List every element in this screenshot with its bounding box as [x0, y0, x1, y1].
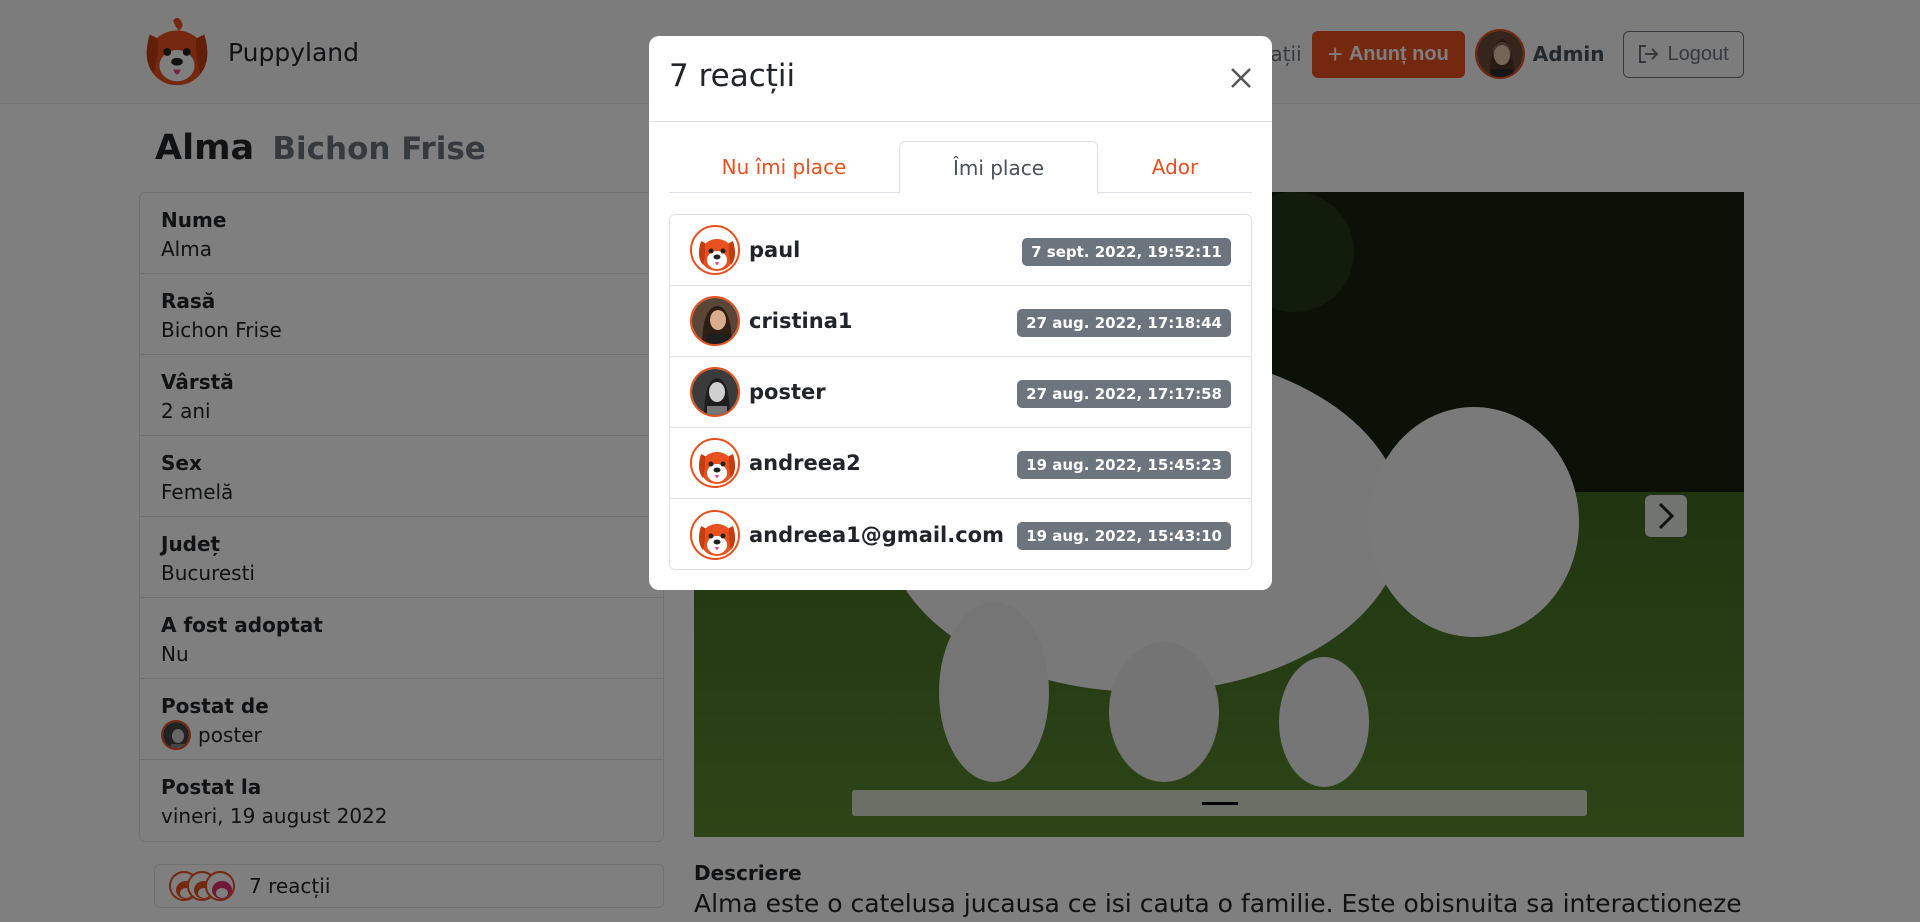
close-icon — [1231, 68, 1251, 88]
avatar — [690, 225, 740, 275]
date-badge: 27 aug. 2022, 17:17:58 — [1017, 380, 1231, 408]
reactions-modal: 7 reacții Nu îmi place Îmi place Ador pa… — [649, 36, 1272, 590]
puppy-logo-icon — [698, 523, 736, 556]
date-badge: 19 aug. 2022, 15:43:10 — [1017, 522, 1231, 550]
user-name[interactable]: andreea1@gmail.com — [749, 523, 1004, 547]
user-photo-icon — [692, 298, 738, 344]
puppy-logo-icon — [698, 452, 736, 484]
list-item[interactable]: paul 7 sept. 2022, 19:52:11 — [670, 215, 1251, 286]
list-item[interactable]: andreea1@gmail.com 19 aug. 2022, 15:43:1… — [670, 499, 1251, 569]
tab-love[interactable]: Ador — [1098, 141, 1252, 193]
avatar — [690, 296, 740, 346]
user-name[interactable]: paul — [749, 238, 800, 262]
list-item[interactable]: cristina1 27 aug. 2022, 17:18:44 — [670, 286, 1251, 357]
puppy-logo-icon — [698, 239, 736, 271]
avatar — [690, 509, 740, 560]
tab-like[interactable]: Îmi place — [899, 141, 1098, 194]
user-photo-icon — [692, 369, 738, 415]
avatar — [690, 367, 740, 417]
user-name[interactable]: poster — [749, 380, 826, 404]
avatar — [690, 438, 740, 488]
modal-title: 7 reacții — [669, 58, 796, 94]
date-badge: 27 aug. 2022, 17:18:44 — [1017, 309, 1231, 337]
user-name[interactable]: cristina1 — [749, 309, 852, 333]
list-item[interactable]: poster 27 aug. 2022, 17:17:58 — [670, 357, 1251, 428]
date-badge: 7 sept. 2022, 19:52:11 — [1022, 238, 1231, 266]
user-name[interactable]: andreea2 — [749, 451, 861, 475]
reaction-user-list: paul 7 sept. 2022, 19:52:11 cristina1 27… — [669, 214, 1252, 570]
list-item[interactable]: andreea2 19 aug. 2022, 15:45:23 — [670, 428, 1251, 499]
date-badge: 19 aug. 2022, 15:45:23 — [1017, 451, 1231, 479]
modal-header: 7 reacții — [649, 36, 1272, 122]
tab-dislike[interactable]: Nu îmi place — [669, 141, 899, 193]
close-button[interactable] — [1226, 63, 1256, 93]
reaction-tabs: Nu îmi place Îmi place Ador — [669, 141, 1252, 194]
